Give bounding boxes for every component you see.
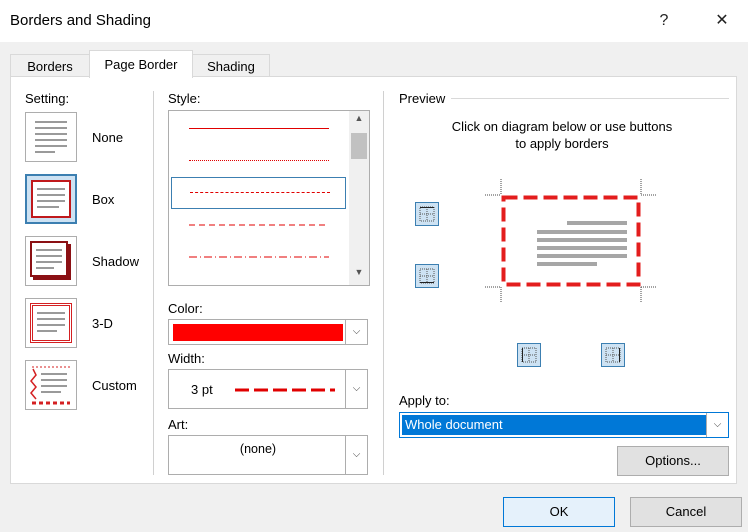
style-label: Style: (168, 91, 201, 106)
art-value: (none) (239, 442, 277, 456)
right-border-icon (605, 347, 621, 363)
width-value: 3 pt (191, 382, 213, 397)
options-button[interactable]: Options... (617, 446, 729, 476)
apply-to-label: Apply to: (399, 393, 450, 408)
setting-box-label[interactable]: Box (92, 192, 114, 207)
bottom-border-icon (419, 268, 435, 284)
width-line-sample-icon (235, 388, 335, 392)
preview-instructions-line2: to apply borders (515, 136, 609, 151)
preview-instructions: Click on diagram below or use buttons to… (397, 118, 727, 152)
dash-dot-line-icon (189, 256, 329, 258)
style-option-dash-large[interactable] (171, 209, 346, 241)
cancel-button[interactable]: Cancel (630, 497, 742, 527)
preview-diagram[interactable] (485, 179, 657, 303)
tab-shading[interactable]: Shading (192, 54, 270, 77)
window-title: Borders and Shading (10, 12, 151, 29)
setting-3d-label[interactable]: 3-D (92, 316, 113, 331)
scroll-up-arrow[interactable]: ▲ (349, 113, 369, 127)
tab-panel: Setting: None Box Shadow 3-D Custom Styl… (10, 76, 737, 484)
setting-none-label[interactable]: None (92, 130, 123, 145)
top-border-icon (419, 206, 435, 222)
chevron-down-icon[interactable]: ⌵ (345, 436, 367, 474)
style-option-dash-small[interactable] (171, 177, 346, 209)
ok-button[interactable]: OK (503, 497, 615, 527)
separator-left (153, 91, 154, 475)
close-button[interactable]: ✕ (707, 6, 737, 36)
apply-to-value: Whole document (402, 415, 706, 435)
title-bar: Borders and Shading ? ✕ (0, 0, 748, 42)
preview-label: Preview (399, 91, 446, 106)
help-button[interactable]: ? (649, 6, 679, 36)
left-border-icon (521, 347, 537, 363)
style-list[interactable]: ▲ ▼ (168, 110, 370, 286)
tab-borders[interactable]: Borders (10, 54, 90, 77)
setting-3d-thumb[interactable] (25, 298, 77, 348)
setting-custom-label[interactable]: Custom (92, 378, 137, 393)
preview-instructions-line1: Click on diagram below or use buttons (451, 119, 673, 134)
style-option-dotted[interactable] (171, 145, 346, 177)
separator-right (383, 91, 384, 475)
chevron-down-icon[interactable]: ⌵ (345, 370, 367, 408)
setting-label: Setting: (25, 91, 70, 106)
color-label: Color: (168, 301, 203, 316)
setting-none-thumb[interactable] (25, 112, 77, 162)
setting-box-thumb[interactable] (25, 174, 77, 224)
color-combo[interactable]: ⌵ (168, 319, 368, 345)
style-option-dash-dot[interactable] (171, 241, 346, 273)
setting-shadow-label[interactable]: Shadow (92, 254, 139, 269)
bottom-border-button[interactable] (415, 264, 439, 288)
scroll-down-arrow[interactable]: ▼ (349, 267, 369, 281)
style-option-solid[interactable] (171, 113, 346, 145)
art-combo[interactable]: (none) ⌵ (168, 435, 368, 475)
top-border-button[interactable] (415, 202, 439, 226)
right-border-button[interactable] (601, 343, 625, 367)
setting-custom-thumb[interactable] (25, 360, 77, 410)
setting-shadow-thumb[interactable] (25, 236, 77, 286)
color-swatch (173, 324, 343, 341)
left-border-button[interactable] (517, 343, 541, 367)
width-combo[interactable]: 3 pt ⌵ (168, 369, 368, 409)
scroll-thumb[interactable] (351, 133, 367, 159)
tab-page-border[interactable]: Page Border (89, 50, 193, 78)
dash-large-line-icon (189, 224, 329, 226)
width-label: Width: (168, 351, 205, 366)
preview-divider (451, 98, 729, 99)
chevron-down-icon[interactable]: ⌵ (706, 413, 728, 437)
apply-to-combo[interactable]: Whole document ⌵ (399, 412, 729, 438)
chevron-down-icon[interactable]: ⌵ (345, 320, 367, 344)
style-scrollbar[interactable]: ▲ ▼ (349, 111, 369, 285)
art-label: Art: (168, 417, 189, 432)
